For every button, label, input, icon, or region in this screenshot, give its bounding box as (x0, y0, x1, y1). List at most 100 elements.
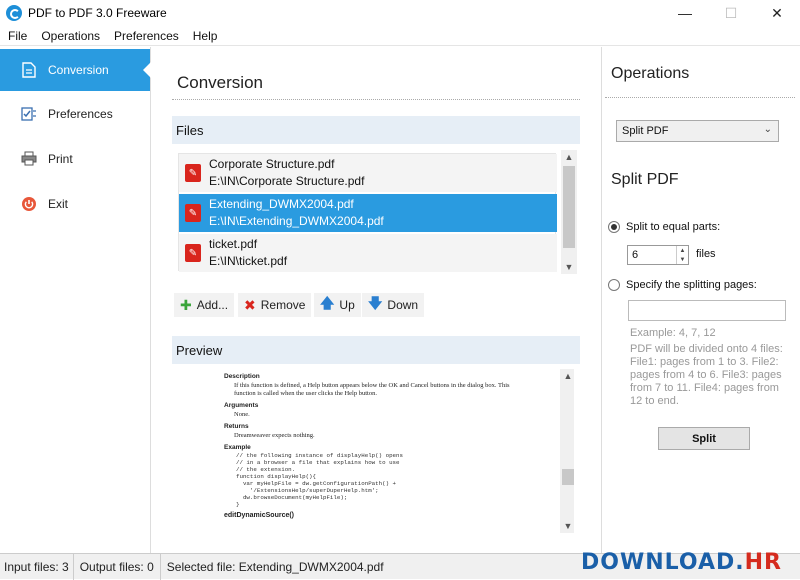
up-button-label: Up (339, 298, 355, 312)
menu-file[interactable]: File (2, 29, 33, 43)
operations-title: Operations (611, 65, 690, 82)
file-path: E:\IN\ticket.pdf (209, 254, 288, 268)
scroll-thumb[interactable] (562, 469, 574, 485)
operations-divider (605, 97, 795, 98)
sidebar-item-label: Conversion (48, 63, 109, 77)
pdf-file-icon: ✎ (185, 244, 201, 262)
sidebar-item-exit[interactable]: Exit (0, 181, 150, 226)
checklist-icon (20, 105, 38, 123)
preview-text: None. (234, 411, 250, 418)
file-name: ticket.pdf (209, 237, 258, 251)
preview-pane[interactable]: Description If this function is defined,… (178, 369, 574, 533)
minimize-icon[interactable]: — (662, 0, 708, 26)
pdf-file-icon: ✎ (185, 204, 201, 222)
pdf-file-icon: ✎ (185, 164, 201, 182)
file-list-scrollbar[interactable]: ▲ ▼ (561, 150, 577, 274)
chevron-down-icon[interactable]: ▼ (680, 257, 686, 263)
split-pages-label: Specify the splitting pages: (626, 279, 757, 291)
sidebar-item-print[interactable]: Print (0, 136, 150, 181)
info-hint: PDF will be divided onto 4 files: File1:… (630, 343, 783, 407)
maximize-icon: ☐ (724, 4, 738, 21)
operations-panel: Operations Split PDF ⌄ Split PDF Split t… (601, 47, 800, 553)
title-bar: PDF to PDF 3.0 Freeware — ☐ ✕ (0, 0, 800, 26)
add-button-label: Add... (196, 298, 229, 312)
preview-text: If this function is defined, a Help butt… (234, 382, 510, 397)
preview-heading: Description (224, 373, 260, 380)
file-path: E:\IN\Extending_DWMX2004.pdf (209, 214, 384, 228)
add-button[interactable]: ✚ Add... (174, 293, 235, 317)
files-header: Files (172, 116, 580, 144)
plus-icon: ✚ (180, 296, 192, 313)
watermark-logo: DOWNLOAD.HR (581, 550, 782, 575)
file-name: Extending_DWMX2004.pdf (209, 197, 354, 211)
sidebar-item-preferences[interactable]: Preferences (0, 91, 150, 136)
file-list-item[interactable]: ✎ ticket.pdf E:\IN\ticket.pdf (179, 234, 557, 272)
sidebar-item-label: Print (48, 151, 73, 166)
example-hint: Example: 4, 7, 12 (630, 327, 716, 339)
status-output-files: Output files: 0 (74, 553, 161, 580)
chevron-up-icon[interactable]: ▲ (680, 248, 686, 254)
split-pages-option[interactable]: Specify the splitting pages: (608, 279, 757, 291)
sidebar: Conversion Preferences Print Exit (0, 47, 151, 553)
down-button[interactable]: 🡇 Down (362, 293, 425, 317)
preview-heading: Example (224, 444, 251, 451)
power-icon (20, 195, 38, 213)
preview-scrollbar[interactable]: ▲ ▼ (560, 369, 574, 533)
stepper-buttons[interactable]: ▲ ▼ (676, 246, 688, 264)
radio-button[interactable] (608, 221, 620, 233)
window-title: PDF to PDF 3.0 Freeware (28, 6, 167, 20)
title-divider (172, 99, 580, 100)
watermark-main: DOWNLOAD. (581, 550, 745, 575)
status-input-files: Input files: 3 (0, 553, 74, 580)
preview-code: // the following instance of displayHelp… (236, 452, 403, 508)
status-selected-file: Selected file: Extending_DWMX2004.pdf (166, 559, 384, 574)
radio-button[interactable] (608, 279, 620, 291)
app-logo-icon (6, 5, 22, 21)
file-list-item[interactable]: ✎ Extending_DWMX2004.pdf E:\IN\Extending… (179, 194, 557, 232)
split-button[interactable]: Split (658, 427, 750, 450)
preview-heading: Arguments (224, 402, 259, 409)
remove-button[interactable]: ✖ Remove (238, 293, 312, 317)
scroll-down-icon[interactable]: ▼ (561, 260, 577, 274)
parts-value: 6 (632, 249, 639, 261)
preview-heading: Returns (224, 423, 249, 430)
scroll-down-icon[interactable]: ▼ (560, 519, 574, 533)
preview-text: Dreamweaver expects nothing. (234, 432, 315, 439)
sidebar-item-conversion[interactable]: Conversion (0, 49, 151, 91)
preview-heading: editDynamicSource() (224, 512, 295, 519)
scroll-up-icon[interactable]: ▲ (561, 150, 577, 164)
watermark-suffix: HR (744, 550, 782, 575)
parts-stepper[interactable]: 6 ▲ ▼ (627, 245, 689, 265)
operation-select[interactable]: Split PDF ⌄ (616, 120, 779, 142)
arrow-up-icon: 🡅 (320, 295, 335, 311)
operation-select-value: Split PDF (622, 125, 669, 137)
preview-header: Preview (172, 336, 580, 364)
chevron-down-icon: ⌄ (763, 124, 772, 135)
window-controls: — ☐ ✕ (662, 0, 800, 26)
close-icon[interactable]: ✕ (754, 0, 800, 26)
split-equal-label: Split to equal parts: (626, 221, 721, 233)
scroll-up-icon[interactable]: ▲ (560, 369, 574, 383)
file-path: E:\IN\Corporate Structure.pdf (209, 174, 365, 188)
file-list[interactable]: ✎ Corporate Structure.pdf E:\IN\Corporat… (178, 150, 577, 274)
menu-operations[interactable]: Operations (35, 29, 106, 43)
split-equal-option[interactable]: Split to equal parts: (608, 221, 720, 233)
pages-input[interactable] (628, 300, 786, 321)
main-panel: Conversion Files ✎ Corporate Structure.p… (152, 47, 600, 553)
arrow-down-icon: 🡇 (368, 295, 383, 311)
file-name: Corporate Structure.pdf (209, 157, 335, 171)
sidebar-item-label: Preferences (48, 106, 113, 121)
scroll-thumb[interactable] (563, 166, 575, 248)
files-label: files (696, 248, 716, 260)
down-button-label: Down (387, 298, 419, 312)
sidebar-item-label: Exit (48, 196, 69, 211)
printer-icon (20, 150, 38, 168)
preview-document: Description If this function is defined,… (224, 369, 532, 520)
file-list-item[interactable]: ✎ Corporate Structure.pdf E:\IN\Corporat… (179, 154, 557, 192)
split-title: Split PDF (611, 171, 679, 188)
menu-bar: File Operations Preferences Help (0, 26, 800, 46)
remove-button-label: Remove (260, 298, 306, 312)
menu-preferences[interactable]: Preferences (108, 29, 185, 43)
menu-help[interactable]: Help (187, 29, 224, 43)
up-button[interactable]: 🡅 Up (314, 293, 361, 317)
